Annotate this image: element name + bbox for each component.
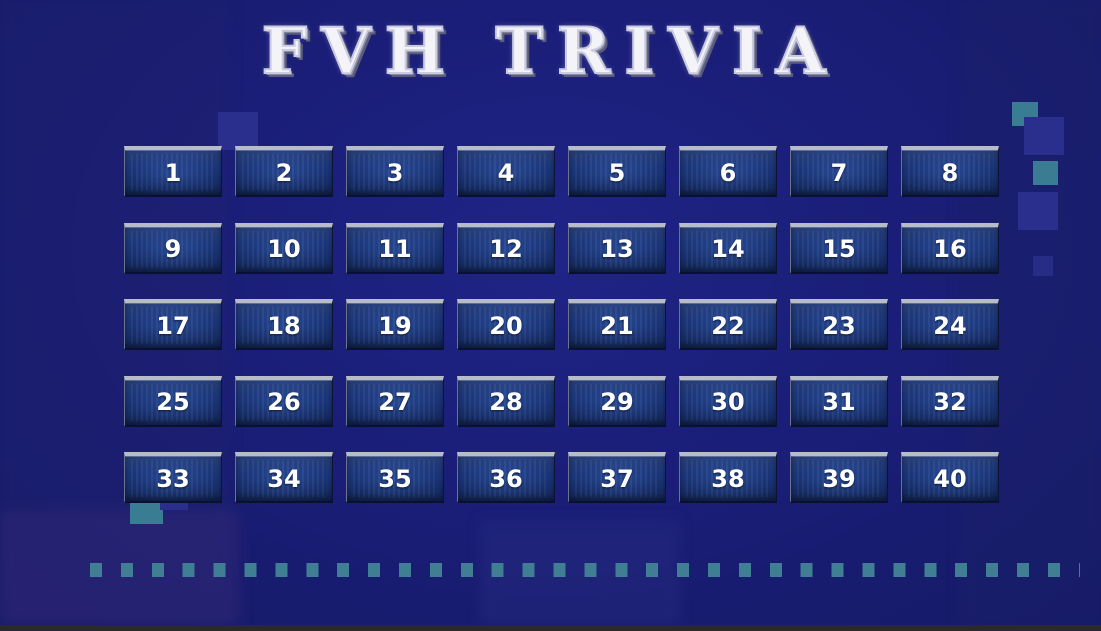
question-tile-number: 17 [156, 311, 190, 340]
question-tile-28[interactable]: 28 [457, 375, 555, 427]
question-tile-12[interactable]: 12 [457, 222, 555, 274]
dotted-progress-strip [90, 563, 1080, 577]
question-tile-number: 37 [600, 464, 634, 493]
question-tile-17[interactable]: 17 [124, 299, 222, 350]
question-tile-number: 14 [711, 235, 745, 263]
question-tile-15[interactable]: 15 [790, 222, 888, 274]
question-tile-number: 32 [933, 388, 967, 416]
question-tile-6[interactable]: 6 [679, 146, 777, 197]
question-tile-number: 1 [164, 158, 182, 187]
question-tile-number: 36 [489, 464, 523, 493]
question-tile-number: 19 [378, 311, 412, 340]
question-tile-number: 4 [497, 158, 515, 187]
decorative-square [1018, 192, 1058, 230]
question-tile-number: 23 [822, 311, 856, 340]
question-tile-37[interactable]: 37 [568, 452, 666, 503]
question-tile-39[interactable]: 39 [790, 452, 888, 503]
question-tile-21[interactable]: 21 [568, 299, 666, 350]
question-tile-number: 11 [378, 235, 412, 263]
question-tile-1[interactable]: 1 [124, 146, 222, 197]
question-tile-22[interactable]: 22 [679, 299, 777, 350]
question-tile-number: 3 [386, 158, 404, 187]
question-tile-25[interactable]: 25 [124, 375, 222, 427]
decorative-square [1033, 161, 1058, 185]
question-tile-number: 8 [941, 158, 959, 187]
question-board: 1 2 3 4 5 6 7 8 9 10 11 12 13 14 15 16 17 18 19 20 21 22 23 24 2… [124, 146, 999, 503]
game-title: FVH TRIVIA [261, 13, 840, 90]
question-tile-number: 21 [600, 311, 634, 340]
question-tile-36[interactable]: 36 [457, 452, 555, 503]
decorative-square [1033, 256, 1053, 276]
question-tile-32[interactable]: 32 [901, 375, 999, 427]
question-tile-27[interactable]: 27 [346, 375, 444, 427]
question-tile-number: 29 [600, 388, 634, 416]
question-tile-number: 38 [711, 464, 745, 493]
question-tile-40[interactable]: 40 [901, 452, 999, 503]
question-tile-19[interactable]: 19 [346, 299, 444, 350]
question-tile-38[interactable]: 38 [679, 452, 777, 503]
question-tile-10[interactable]: 10 [235, 222, 333, 274]
question-tile-number: 22 [711, 311, 745, 340]
question-tile-3[interactable]: 3 [346, 146, 444, 197]
question-tile-23[interactable]: 23 [790, 299, 888, 350]
question-tile-20[interactable]: 20 [457, 299, 555, 350]
question-tile-number: 25 [156, 388, 190, 416]
question-tile-number: 34 [267, 464, 301, 493]
question-tile-number: 28 [489, 388, 523, 416]
question-tile-number: 30 [711, 388, 745, 416]
question-tile-14[interactable]: 14 [679, 222, 777, 274]
question-tile-number: 27 [378, 388, 412, 416]
question-tile-number: 15 [822, 235, 856, 263]
question-tile-2[interactable]: 2 [235, 146, 333, 197]
question-tile-34[interactable]: 34 [235, 452, 333, 503]
question-tile-35[interactable]: 35 [346, 452, 444, 503]
question-tile-number: 13 [600, 235, 634, 263]
question-tile-13[interactable]: 13 [568, 222, 666, 274]
question-tile-24[interactable]: 24 [901, 299, 999, 350]
decorative-square [218, 112, 258, 150]
question-tile-number: 40 [933, 464, 967, 493]
question-tile-16[interactable]: 16 [901, 222, 999, 274]
question-tile-26[interactable]: 26 [235, 375, 333, 427]
question-tile-number: 26 [267, 388, 301, 416]
question-tile-number: 33 [156, 464, 190, 493]
question-tile-number: 12 [489, 235, 523, 263]
question-tile-number: 18 [267, 311, 301, 340]
question-tile-number: 5 [608, 158, 626, 187]
question-tile-11[interactable]: 11 [346, 222, 444, 274]
question-tile-number: 16 [933, 235, 967, 263]
question-tile-18[interactable]: 18 [235, 299, 333, 350]
question-tile-29[interactable]: 29 [568, 375, 666, 427]
question-tile-number: 9 [164, 235, 182, 263]
question-tile-5[interactable]: 5 [568, 146, 666, 197]
question-tile-number: 20 [489, 311, 523, 340]
question-tile-30[interactable]: 30 [679, 375, 777, 427]
decorative-square [130, 502, 163, 524]
question-tile-4[interactable]: 4 [457, 146, 555, 197]
question-tile-9[interactable]: 9 [124, 222, 222, 274]
question-tile-number: 35 [378, 464, 412, 493]
question-tile-number: 7 [830, 158, 848, 187]
question-tile-number: 2 [275, 158, 293, 187]
window-bottom-edge [0, 625, 1101, 631]
question-tile-33[interactable]: 33 [124, 452, 222, 503]
question-tile-number: 31 [822, 388, 856, 416]
question-tile-number: 10 [267, 235, 301, 263]
decorative-square [1024, 117, 1064, 155]
question-tile-number: 39 [822, 464, 856, 493]
question-tile-7[interactable]: 7 [790, 146, 888, 197]
question-tile-31[interactable]: 31 [790, 375, 888, 427]
question-tile-number: 6 [719, 158, 737, 187]
question-tile-number: 24 [933, 311, 967, 340]
question-tile-8[interactable]: 8 [901, 146, 999, 197]
